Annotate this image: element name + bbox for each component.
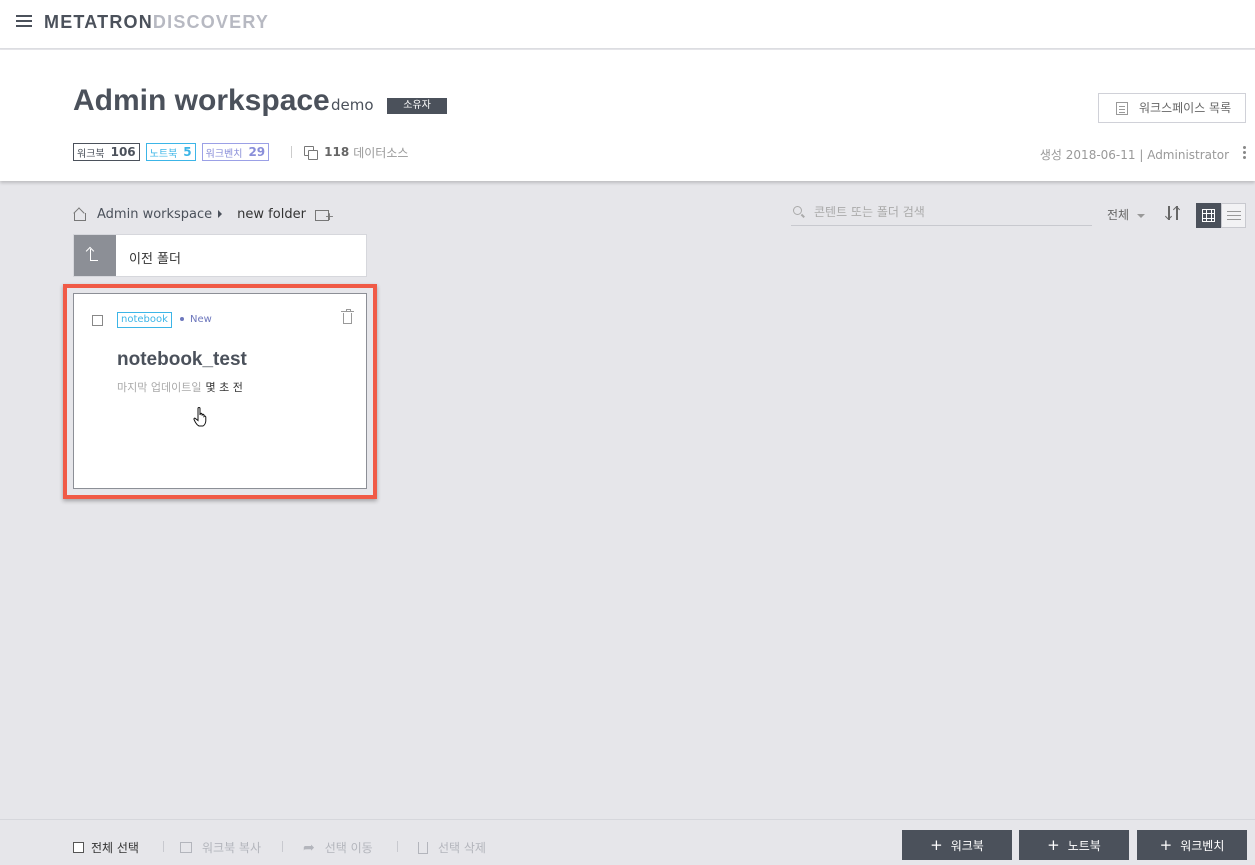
divider (291, 146, 293, 158)
copy-workbook-label: 워크북 복사 (202, 841, 262, 855)
notebook-type-tag: notebook (117, 312, 172, 328)
select-all-label: 전체 선택 (91, 841, 139, 855)
select-all-checkbox[interactable] (73, 842, 84, 853)
bottom-action-bar: 전체 선택 워크북 복사 ➦ 선택 이동 선택 삭제 + 워크북 + 노트북 + 워크… (0, 819, 1255, 865)
sort-icon[interactable] (1164, 205, 1182, 221)
previous-folder-label: 이전 폴더 (129, 252, 181, 267)
copy-workbook-action[interactable]: 워크북 복사 (180, 839, 261, 856)
more-vertical-icon[interactable] (1243, 146, 1246, 160)
plus-icon: + (1159, 836, 1173, 854)
search-icon (793, 206, 802, 215)
previous-folder-button[interactable]: 이전 폴더 (73, 234, 367, 277)
datasource-count[interactable]: 118 (324, 145, 349, 159)
breadcrumb-root[interactable]: Admin workspace (97, 207, 212, 222)
chevron-down-icon (1137, 213, 1146, 218)
top-bar: METATRONDISCOVERY (0, 0, 1255, 49)
folder-add-icon[interactable] (314, 208, 334, 222)
move-selected-label: 선택 이동 (324, 841, 373, 855)
divider (163, 841, 164, 852)
workspace-list-label: 워크스페이스 목록 (1139, 101, 1232, 115)
last-updated-value: 몇 초 전 (205, 381, 243, 394)
workspace-list-button[interactable]: 워크스페이스 목록 (1098, 93, 1246, 123)
divider (397, 841, 398, 852)
select-all[interactable]: 전체 선택 (73, 839, 139, 856)
delete-selected-label: 선택 삭제 (438, 841, 486, 855)
trash-icon (418, 841, 428, 854)
menu-icon[interactable] (16, 15, 32, 28)
logo-primary: METATRON (44, 12, 153, 32)
logo[interactable]: METATRONDISCOVERY (44, 12, 269, 33)
folder-up-icon (74, 235, 116, 276)
add-workbench-button[interactable]: + 워크벤치 (1137, 830, 1247, 860)
share-arrow-icon: ➦ (303, 839, 315, 856)
list-icon (1227, 211, 1241, 212)
logo-secondary: DISCOVERY (152, 12, 270, 32)
workspace-meta: 생성 2018-06-11 | Administrator (1039, 148, 1229, 162)
search-input[interactable] (814, 202, 1084, 222)
workspace-title: Admin workspace (73, 84, 330, 117)
add-workbook-button[interactable]: + 워크북 (902, 830, 1012, 860)
home-icon[interactable] (73, 208, 87, 221)
workspace-stats: 워크북 106 노트북 5 워크벤치 29 118 데이터소스 (73, 143, 408, 161)
add-notebook-button[interactable]: + 노트북 (1019, 830, 1129, 860)
card-checkbox[interactable] (92, 315, 103, 326)
new-label: New (190, 314, 212, 325)
workbook-label: 워크북 (77, 148, 105, 160)
move-selected-action[interactable]: ➦ 선택 이동 (303, 839, 373, 856)
search-box (791, 200, 1092, 226)
new-badge: New (180, 314, 212, 325)
datasource-label: 데이터소스 (353, 145, 409, 160)
plus-icon: + (930, 836, 943, 854)
notebook-count: 5 (183, 145, 192, 159)
workbench-count-badge[interactable]: 워크벤치 29 (201, 143, 270, 161)
copy-icon (180, 842, 192, 853)
last-updated: 마지막 업데이트일 몇 초 전 (117, 379, 243, 395)
breadcrumb: Admin workspace new folder (73, 205, 334, 223)
divider (282, 841, 283, 852)
grid-view-button[interactable] (1196, 203, 1221, 228)
notebook-name: notebook_test (117, 349, 247, 370)
caret-right-icon (218, 210, 223, 218)
delete-selected-action[interactable]: 선택 삭제 (418, 839, 486, 856)
hand-cursor-icon (193, 407, 207, 427)
notebook-card[interactable]: notebook New notebook_test 마지막 업데이트일 몇 초 … (73, 293, 367, 489)
last-updated-label: 마지막 업데이트일 (117, 381, 202, 394)
role-badge: 소유자 (387, 98, 447, 114)
add-workbook-label: 워크북 (950, 839, 984, 853)
workbench-count: 29 (248, 145, 266, 159)
notebook-count-badge[interactable]: 노트북 5 (145, 143, 196, 161)
workspace-owner: demo (331, 96, 374, 114)
trash-icon[interactable] (341, 309, 354, 324)
workbook-count: 106 (110, 145, 136, 159)
list-icon (1116, 102, 1128, 115)
filter-value: 전체 (1107, 208, 1130, 222)
notebook-label: 노트북 (149, 148, 178, 160)
add-workbench-label: 워크벤치 (1180, 839, 1225, 853)
filter-dropdown[interactable]: 전체 (1107, 206, 1146, 223)
plus-icon: + (1047, 836, 1060, 854)
grid-icon (1202, 209, 1215, 222)
workspace-header: Admin workspace demo 소유자 워크스페이스 목록 워크북 1… (0, 50, 1255, 181)
add-notebook-label: 노트북 (1067, 839, 1101, 853)
list-view-button[interactable] (1221, 203, 1246, 228)
workbook-count-badge[interactable]: 워크북 106 (73, 143, 140, 161)
breadcrumb-current: new folder (237, 206, 306, 222)
datasource-icon (304, 145, 319, 160)
workbench-label: 워크벤치 (205, 148, 243, 160)
